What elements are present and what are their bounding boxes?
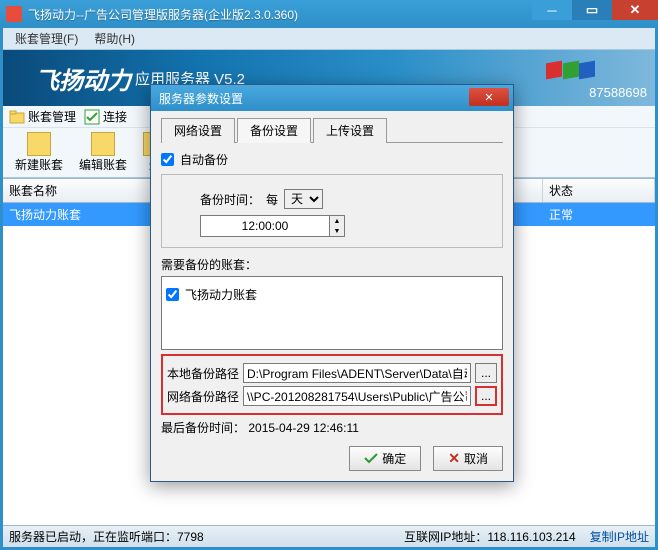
dialog-title: 服务器参数设置	[159, 90, 243, 107]
last-backup-row: 最后备份时间： 2015-04-29 12:46:11	[161, 419, 503, 436]
tab-network[interactable]: 网络设置	[161, 118, 235, 143]
menu-accounts[interactable]: 账套管理(F)	[7, 28, 86, 49]
cancel-button[interactable]: ✕ 取消	[433, 446, 503, 471]
app-icon	[6, 6, 22, 22]
banner-phone: 87588698	[589, 85, 647, 100]
window-titlebar: 飞扬动力--广告公司管理版服务器(企业版2.3.0.360) ─ ▭ ✕	[0, 0, 658, 28]
account-item-label: 飞扬动力账套	[185, 286, 257, 303]
banner-title: 飞扬动力	[35, 61, 131, 96]
auto-backup-label: 自动备份	[180, 151, 228, 168]
ip-value: 118.116.103.214	[487, 530, 575, 544]
dialog-tabs: 网络设置 备份设置 上传设置	[161, 117, 503, 143]
col-status[interactable]: 状态	[543, 179, 655, 202]
freq-unit-select[interactable]: 天	[284, 189, 323, 209]
tab-accounts[interactable]: 账套管理	[9, 108, 76, 125]
close-button[interactable]: ✕	[612, 0, 658, 20]
check-icon	[364, 453, 378, 464]
local-path-input[interactable]	[243, 363, 471, 383]
dialog-close-button[interactable]: ✕	[469, 88, 509, 106]
window-title: 飞扬动力--广告公司管理版服务器(企业版2.3.0.360)	[28, 6, 298, 23]
tab-connect[interactable]: 连接	[84, 108, 127, 125]
maximize-button[interactable]: ▭	[572, 0, 612, 20]
menubar: 账套管理(F) 帮助(H)	[3, 28, 655, 50]
dialog-titlebar[interactable]: 服务器参数设置 ✕	[151, 85, 513, 111]
backup-time-input[interactable]	[200, 215, 330, 237]
time-spinner[interactable]: ▲▼	[330, 215, 345, 237]
new-icon	[27, 132, 51, 156]
ip-label: 互联网IP地址：	[404, 530, 487, 544]
window-controls: ─ ▭ ✕	[532, 0, 658, 20]
edit-account-button[interactable]: 编辑账套	[73, 130, 133, 175]
tab-upload[interactable]: 上传设置	[313, 118, 387, 143]
backup-schedule-group: 备份时间： 每 天 ▲▼	[161, 174, 503, 248]
cross-icon: ✕	[448, 450, 460, 467]
tab-accounts-label: 账套管理	[28, 108, 76, 125]
cell-status: 正常	[543, 203, 655, 226]
ok-button[interactable]: 确定	[349, 446, 421, 471]
account-checkbox[interactable]	[166, 288, 179, 301]
menu-help[interactable]: 帮助(H)	[86, 28, 143, 49]
copy-ip-link[interactable]: 复制IP地址	[590, 528, 649, 545]
statusbar: 服务器已启动，正在监听端口：7798 互联网IP地址：118.116.103.2…	[3, 525, 655, 547]
net-path-input[interactable]	[243, 386, 471, 406]
cancel-label: 取消	[464, 450, 488, 467]
net-browse-button[interactable]: ...	[475, 386, 497, 406]
accounts-list: 飞扬动力账套	[161, 276, 503, 350]
minimize-button[interactable]: ─	[532, 0, 572, 20]
cubes-icon	[549, 62, 595, 81]
edit-account-label: 编辑账套	[79, 156, 127, 173]
tab-backup[interactable]: 备份设置	[237, 118, 311, 143]
local-browse-button[interactable]: ...	[475, 363, 497, 383]
backup-time-label: 备份时间：	[200, 191, 260, 208]
last-backup-label: 最后备份时间：	[161, 421, 245, 435]
ok-label: 确定	[382, 450, 406, 467]
server-settings-dialog: 服务器参数设置 ✕ 网络设置 备份设置 上传设置 自动备份 备份时间： 每 天 …	[150, 84, 514, 482]
freq-every: 每	[266, 191, 278, 208]
edit-icon	[91, 132, 115, 156]
last-backup-value: 2015-04-29 12:46:11	[248, 421, 359, 435]
folder-icon	[9, 109, 25, 125]
new-account-button[interactable]: 新建账套	[9, 130, 69, 175]
backup-paths-group: 本地备份路径 ... 网络备份路径 ...	[161, 354, 503, 415]
auto-backup-checkbox[interactable]	[161, 153, 174, 166]
net-path-label: 网络备份路径	[167, 388, 239, 405]
new-account-label: 新建账套	[15, 156, 63, 173]
accounts-to-backup-label: 需要备份的账套：	[161, 256, 503, 273]
status-left: 服务器已启动，正在监听端口：7798	[9, 528, 204, 545]
tab-connect-label: 连接	[103, 108, 127, 125]
local-path-label: 本地备份路径	[167, 365, 239, 382]
check-icon	[84, 109, 100, 125]
